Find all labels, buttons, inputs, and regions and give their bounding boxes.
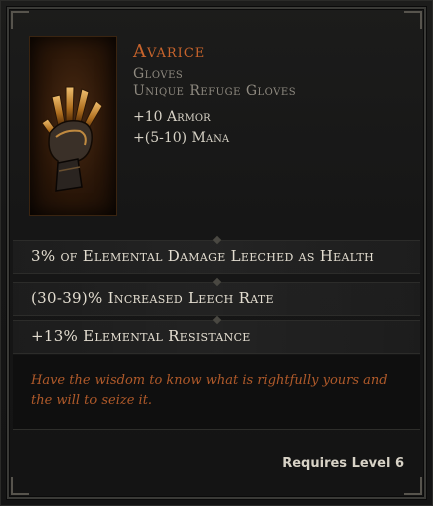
- flavor-text: Have the wisdom to know what is rightful…: [31, 373, 388, 408]
- level-requirement: Requires Level 6: [282, 456, 404, 471]
- item-image: [29, 36, 117, 216]
- modifier-text: (30-39)% Increased Leech Rate: [31, 289, 274, 307]
- frame-corner-top-left: [11, 11, 29, 29]
- frame-corner-bottom-left: [11, 477, 29, 495]
- item-name: Avarice: [133, 41, 206, 62]
- modifier-row: (30-39)% Increased Leech Rate: [13, 277, 420, 316]
- item-stat-mana: +(5-10) Mana: [133, 130, 230, 146]
- item-base-type: Gloves: [133, 66, 184, 82]
- frame-corner-bottom-right: [404, 477, 422, 495]
- modifier-row: +13% Elemental Resistance: [13, 315, 420, 354]
- divider: [13, 429, 420, 430]
- item-subtitle: Unique Refuge Gloves: [133, 83, 297, 99]
- frame-corner-top-right: [404, 11, 422, 29]
- modifier-row: 3% of Elemental Damage Leeched as Health: [13, 235, 420, 274]
- modifier-text: 3% of Elemental Damage Leeched as Health: [31, 247, 374, 265]
- item-tooltip: Avarice Gloves Unique Refuge Gloves +10 …: [0, 0, 433, 506]
- modifier-text: +13% Elemental Resistance: [31, 327, 251, 345]
- item-stat-armor: +10 Armor: [133, 109, 211, 125]
- gauntlet-icon: [41, 86, 103, 192]
